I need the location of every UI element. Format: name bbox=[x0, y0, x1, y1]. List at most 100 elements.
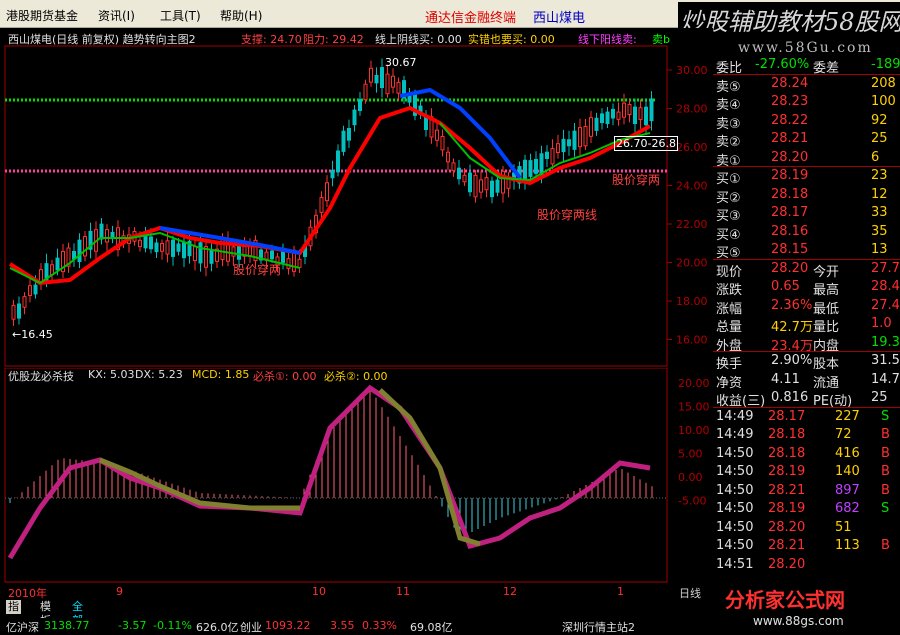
sub-axis-labels: 20.00 15.00 10.00 5.00 0.00 -5.00 bbox=[678, 377, 710, 508]
stat-row: 总量 42.7万 量比 1.0 bbox=[713, 315, 900, 335]
candle-body bbox=[264, 251, 269, 260]
sub-chart-svg: 20.00 15.00 10.00 5.00 0.00 -5.00 bbox=[4, 368, 710, 583]
tick-row: 14:50 28.20 51 bbox=[713, 519, 900, 537]
tick-time: 14:50 bbox=[716, 538, 754, 553]
candle-body bbox=[165, 240, 170, 255]
menu-item-help[interactable]: 帮助(H) bbox=[220, 7, 262, 24]
candle-body bbox=[644, 106, 648, 126]
tick-price: 28.18 bbox=[768, 445, 806, 461]
main-chart-panel[interactable]: 30.00 28.00 26.00 24.00 22.00 20.00 18.00 16.00… bbox=[0, 28, 713, 368]
buy-volume: 35 bbox=[871, 223, 888, 239]
buy-row: 买⑤ 28.15 13 bbox=[713, 241, 900, 261]
stat-label-2: 量比 bbox=[813, 320, 840, 335]
ma-blue-line-2 bbox=[399, 87, 522, 180]
tick-row: 14:50 28.21 897 B bbox=[713, 482, 900, 500]
weicha-value: -189 bbox=[871, 57, 900, 72]
sell-row: 卖② 28.21 25 bbox=[713, 130, 900, 150]
candle-body bbox=[50, 264, 54, 276]
buy-label: 买④ bbox=[716, 227, 741, 243]
quote-panel: 委比 -27.60% 委差 -189 卖⑤ 28.24 208 卖④ 28.23 100 卖③ 28.… bbox=[713, 56, 900, 616]
dx-value: DX: 5.23 bbox=[135, 368, 183, 381]
candle-body bbox=[561, 138, 566, 153]
dx-line-2 bbox=[378, 388, 481, 547]
candle-body bbox=[138, 239, 142, 248]
fund-value: 0.816 bbox=[771, 390, 809, 405]
tab-all[interactable]: 全部 bbox=[70, 600, 85, 627]
sub-axis-label: 10.00 bbox=[678, 424, 710, 437]
buy-row: 买③ 28.17 33 bbox=[713, 204, 900, 224]
tab-template[interactable]: 模板 bbox=[38, 600, 53, 627]
tick-price: 28.19 bbox=[768, 464, 806, 479]
sub-axis-label: 20.00 bbox=[678, 377, 710, 390]
sell-label: 卖④ bbox=[716, 98, 741, 113]
buy-price: 28.19 bbox=[771, 168, 809, 183]
stat-value-2: 27.7 bbox=[871, 260, 900, 276]
tick-side: S bbox=[881, 408, 890, 424]
candle-body bbox=[105, 229, 109, 243]
candle-body bbox=[611, 108, 615, 119]
candle-body bbox=[633, 106, 637, 125]
candle-body bbox=[319, 197, 324, 213]
candle-body bbox=[374, 74, 379, 84]
price-axis-label: 30.00 bbox=[676, 64, 708, 77]
candle-body bbox=[270, 250, 274, 260]
candle-body bbox=[330, 169, 335, 179]
candle-body bbox=[545, 151, 549, 159]
cross-annotation-2: 股价穿两线 bbox=[537, 208, 598, 222]
tick-row: 14:51 28.20 bbox=[713, 556, 900, 574]
stat-label: 现价 bbox=[716, 264, 743, 280]
candle-body bbox=[583, 125, 588, 147]
line-buy-wrong: 实错也要买: 0.00 bbox=[468, 33, 555, 46]
tick-price: 28.18 bbox=[768, 427, 806, 442]
kx-value: KX: 5.03 bbox=[88, 368, 135, 381]
tick-price: 28.21 bbox=[768, 538, 806, 553]
bisha2-value: 必杀②: 0.00 bbox=[324, 370, 388, 383]
tab-indicator[interactable]: 指标 bbox=[6, 600, 21, 627]
sub-chart-panel[interactable]: 20.00 15.00 10.00 5.00 0.00 -5.00 优股龙必杀技 KX: … bbox=[0, 368, 713, 583]
candle-body bbox=[451, 162, 456, 172]
fund-row: 净资 4.11 流通 14.7 bbox=[713, 371, 900, 391]
tick-side: B bbox=[881, 482, 890, 498]
fund-value-2: 31.5 bbox=[871, 353, 900, 368]
tick-row: 14:49 28.17 227 S bbox=[713, 408, 900, 426]
low-annotation: ←16.45 bbox=[12, 328, 53, 341]
menu-item-news[interactable]: 资讯(I) bbox=[98, 7, 135, 24]
candle-body bbox=[627, 104, 632, 116]
range-annotation: 26.70-26.8 bbox=[614, 136, 678, 151]
price-axis-label: 18.00 bbox=[676, 295, 708, 308]
weibi-value: -27.60% bbox=[755, 57, 810, 72]
index2-pct: 0.33% bbox=[362, 619, 397, 632]
tick-price: 28.17 bbox=[768, 408, 806, 424]
candle-body bbox=[22, 296, 27, 308]
candle-body bbox=[649, 98, 654, 122]
main-chart-svg: 30.00 28.00 26.00 24.00 22.00 20.00 18.00 16.00 bbox=[4, 45, 708, 367]
candle-body bbox=[440, 136, 445, 151]
tick-side: B bbox=[881, 427, 890, 442]
buy-row: 买② 28.18 12 bbox=[713, 186, 900, 206]
sell-price: 28.21 bbox=[771, 131, 809, 146]
candle-body bbox=[11, 304, 16, 320]
menu-item-tools[interactable]: 工具(T) bbox=[160, 7, 201, 24]
line-buy-yin: 线上阴线买: 0.00 bbox=[375, 33, 462, 46]
resist-label: 阻力: 29.42 bbox=[303, 33, 364, 46]
buy-volume: 33 bbox=[871, 205, 888, 220]
sell-price: 28.23 bbox=[771, 94, 809, 109]
tick-volume: 140 bbox=[835, 464, 860, 479]
time-label-1: 9 bbox=[116, 585, 123, 598]
buy-volume: 23 bbox=[871, 168, 888, 183]
menu-item-hk[interactable]: 港股期货基金 bbox=[6, 7, 78, 24]
sub-axis-label: 5.00 bbox=[678, 448, 703, 461]
index2-name: 创业 bbox=[240, 621, 262, 634]
fund-label: 换手 bbox=[716, 357, 743, 372]
buy-volume: 12 bbox=[871, 186, 888, 202]
tick-price: 28.19 bbox=[768, 501, 806, 516]
candle-body bbox=[622, 102, 626, 118]
candle-body bbox=[297, 258, 302, 268]
tick-row: 14:50 28.19 140 B bbox=[713, 463, 900, 481]
sell-row: 卖③ 28.22 92 bbox=[713, 112, 900, 132]
time-label-4: 12 bbox=[503, 585, 517, 598]
buy-price: 28.16 bbox=[771, 223, 809, 239]
tick-volume: 416 bbox=[835, 445, 860, 461]
sell-row: 卖① 28.20 6 bbox=[713, 149, 900, 169]
price-axis-labels: 30.00 28.00 26.00 24.00 22.00 20.00 18.00 16.00 bbox=[667, 64, 708, 347]
